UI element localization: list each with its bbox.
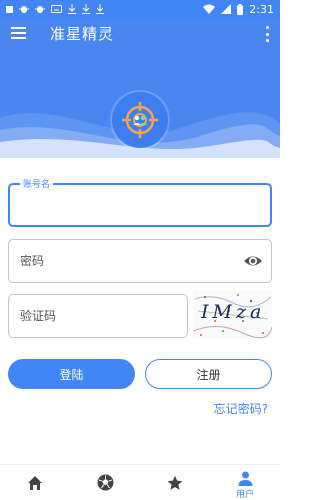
bug-icon [19, 6, 29, 13]
more-dot [265, 26, 269, 29]
nav-label-user: 用户 [235, 490, 254, 500]
password-input[interactable] [20, 240, 240, 282]
bug-icon [35, 6, 45, 13]
register-button[interactable]: 注册 [145, 359, 272, 389]
download-icon [82, 4, 90, 14]
captcha-image[interactable]: IMza [193, 291, 272, 339]
nav-item-ball[interactable] [70, 465, 140, 500]
user-icon [238, 471, 252, 486]
login-button[interactable]: 登陆 [8, 359, 135, 389]
nav-item-star[interactable] [140, 465, 210, 500]
status-notifications [6, 4, 104, 14]
account-input[interactable] [21, 185, 261, 225]
password-field[interactable] [8, 239, 272, 283]
more-dot [265, 39, 269, 42]
battery-icon [237, 3, 244, 15]
soccer-ball-icon [97, 474, 113, 491]
square-icon [6, 5, 13, 13]
more-dot [265, 32, 269, 36]
captcha-input[interactable] [20, 295, 180, 337]
keyboard-icon [51, 5, 62, 13]
nav-item-user[interactable]: 用户 [210, 465, 280, 500]
menu-button[interactable] [0, 18, 36, 48]
download-icon [96, 4, 104, 14]
app-title: 准星精灵 [50, 24, 115, 43]
app-logo [112, 92, 168, 148]
forgot-password-link[interactable]: 忘记密码? [214, 400, 268, 417]
show-password-icon[interactable] [243, 252, 263, 270]
captcha-text: IMza [201, 301, 266, 323]
app-bar: 准星精灵 [0, 18, 280, 48]
captcha-field[interactable] [8, 294, 188, 338]
download-icon [68, 4, 76, 14]
more-options-button[interactable] [260, 24, 274, 44]
menu-icon [10, 27, 26, 39]
status-system: 2:31 [203, 3, 274, 16]
wifi-icon [203, 4, 216, 14]
nav-item-home[interactable] [0, 465, 70, 500]
star-icon [167, 475, 183, 490]
crosshair-logo-icon [122, 102, 158, 138]
signal-icon [221, 4, 232, 14]
account-field[interactable]: 账号名 [8, 177, 272, 227]
home-icon [28, 475, 42, 490]
status-bar: 2:31 [0, 0, 280, 18]
bottom-nav: 用户 [0, 464, 280, 500]
status-time: 2:31 [249, 2, 274, 16]
